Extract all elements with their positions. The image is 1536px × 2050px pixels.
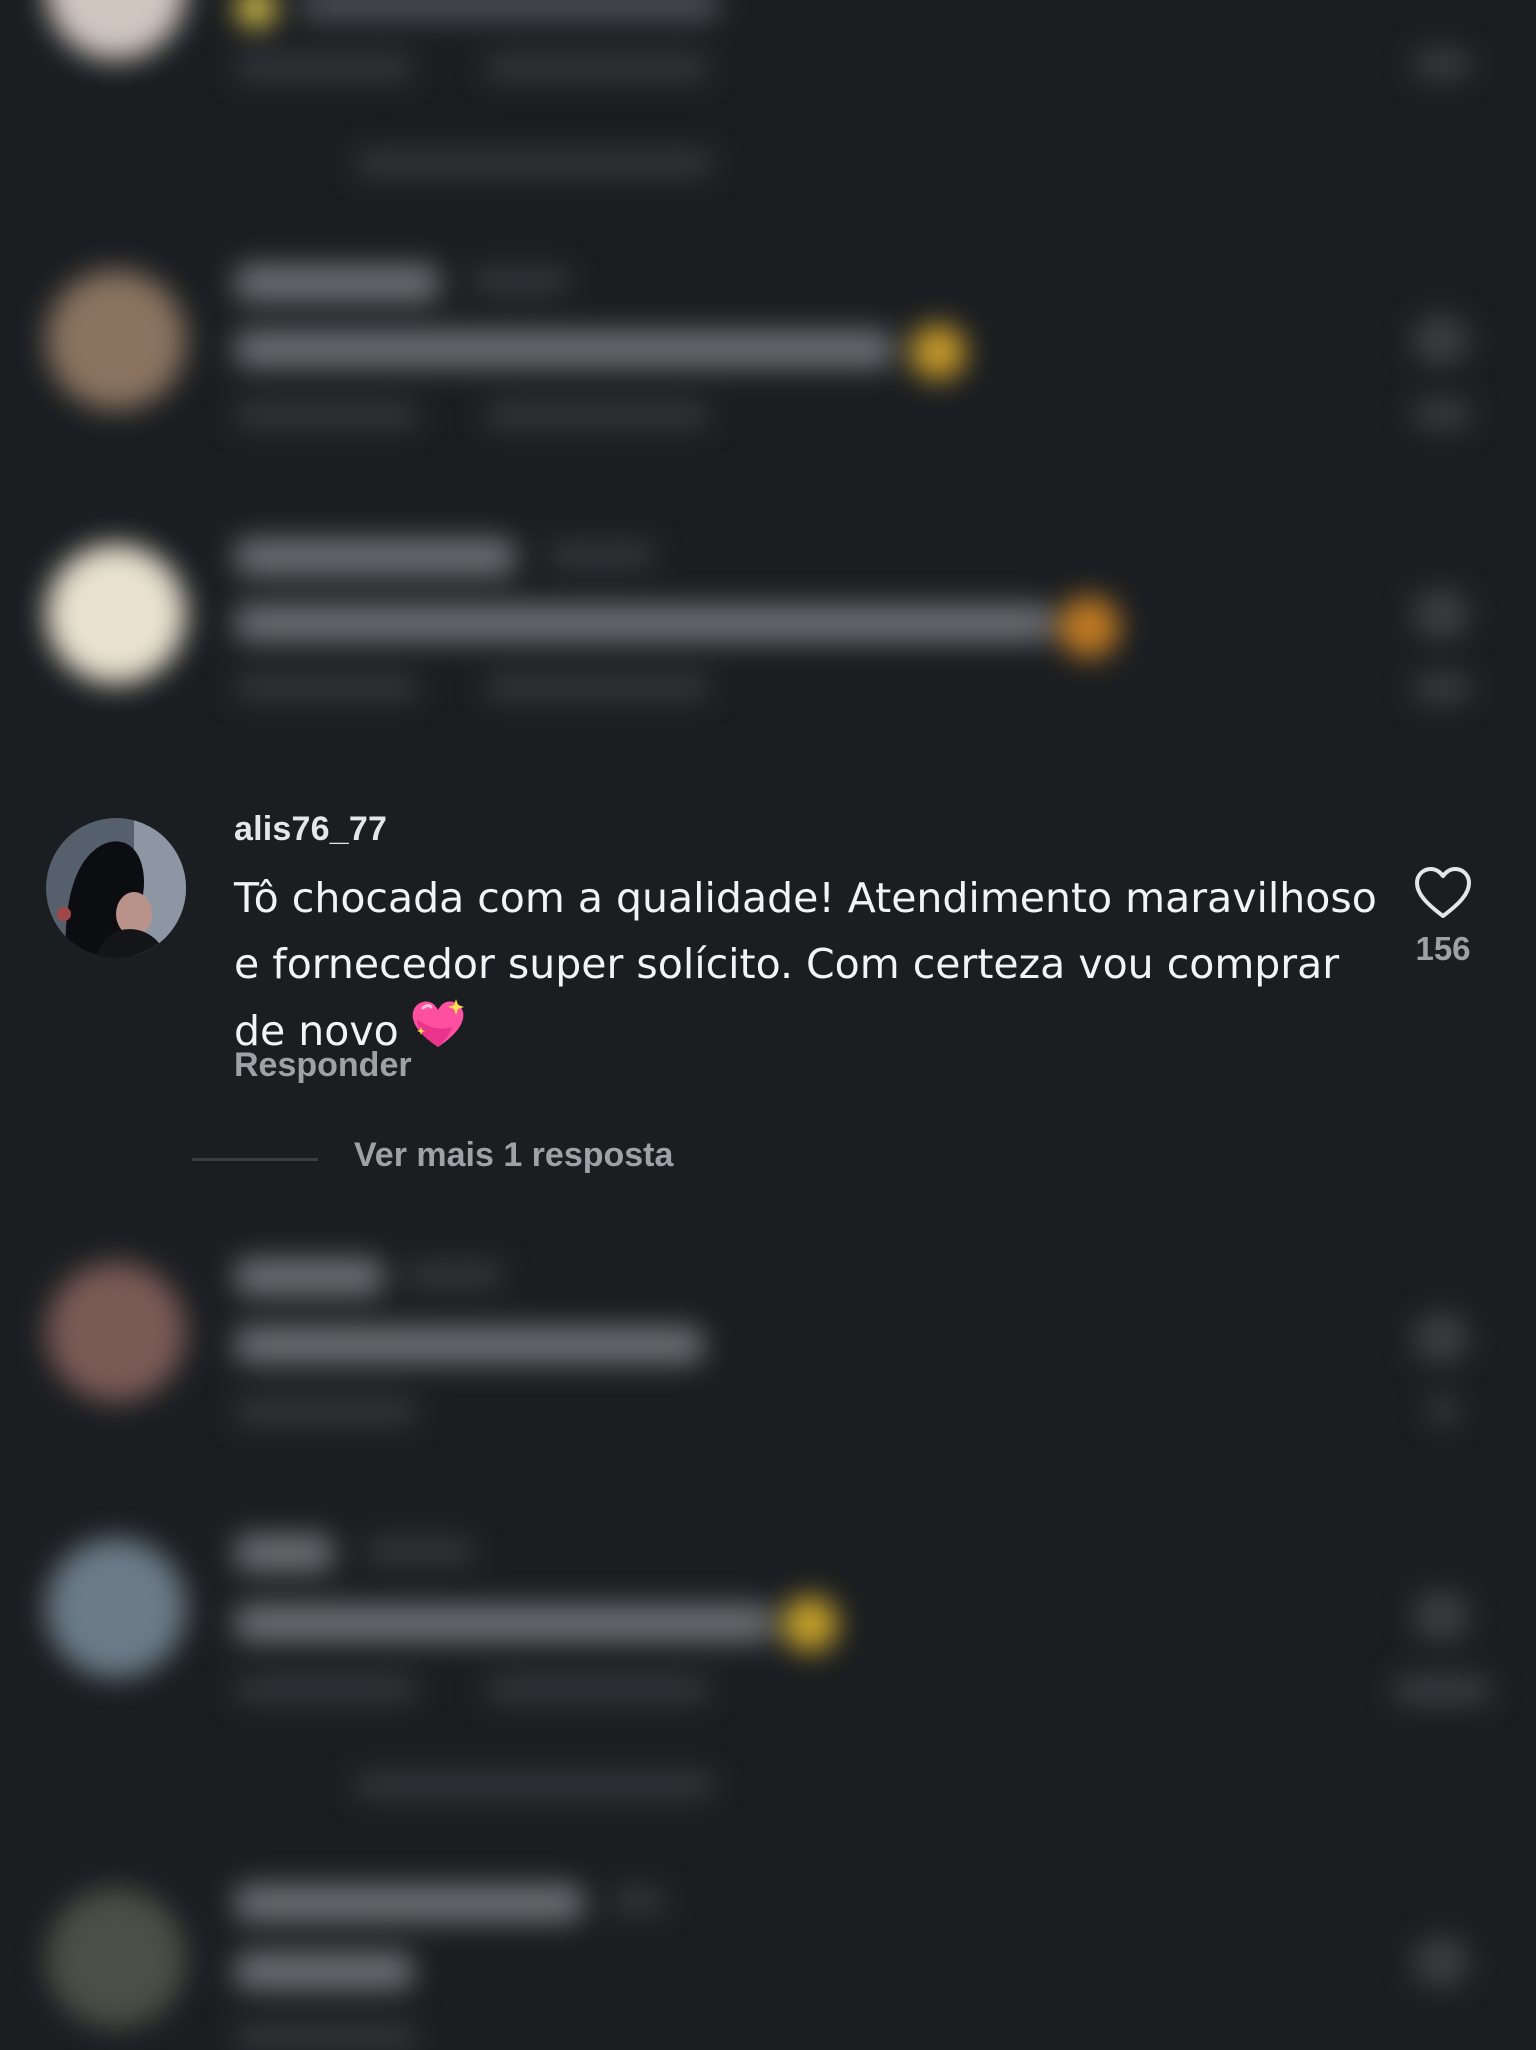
blurred-heart	[1412, 588, 1470, 640]
blurred-time	[546, 542, 656, 568]
blurred-text	[234, 1952, 414, 1990]
blurred-reply	[234, 1676, 418, 1702]
blurred-reply	[234, 54, 414, 80]
blurred-avatar	[46, 1538, 186, 1678]
blurred-translate	[484, 402, 710, 428]
blurred-emoji	[1058, 596, 1120, 658]
blurred-username	[234, 1258, 384, 1296]
blurred-text	[234, 330, 894, 368]
blurred-translate	[484, 1676, 710, 1702]
blurred-text	[234, 1326, 704, 1364]
blurred-text	[234, 1604, 774, 1642]
like-button[interactable]: 156	[1408, 866, 1478, 968]
blurred-reply	[234, 674, 418, 700]
blurred-count	[1412, 674, 1472, 702]
blurred-more-replies	[354, 150, 714, 176]
blurred-heart	[1412, 1590, 1470, 1642]
blurred-reply	[234, 1398, 418, 1424]
blurred-heart	[1412, 1936, 1470, 1988]
blurred-more-replies	[354, 1772, 714, 1798]
blurred-time	[470, 268, 570, 294]
blurred-heart	[1412, 314, 1470, 366]
blurred-emoji	[910, 324, 966, 380]
blurred-count	[1428, 1396, 1458, 1424]
view-more-replies[interactable]: Ver mais 1 resposta	[0, 1130, 1536, 1190]
blurred-count	[1392, 1676, 1492, 1704]
blurred-avatar	[46, 1888, 186, 2028]
blurred-time	[610, 1888, 666, 1914]
blurred-count	[1412, 50, 1472, 78]
avatar[interactable]	[46, 818, 186, 958]
blurred-emoji	[782, 1596, 838, 1652]
blurred-reply	[234, 402, 418, 428]
blurred-time	[364, 1538, 474, 1564]
blurred-reply	[234, 2024, 418, 2050]
blurred-text	[234, 604, 1054, 642]
blurred-username	[234, 1884, 584, 1922]
blurred-username	[234, 264, 440, 302]
blurred-emoji	[236, 0, 276, 28]
blurred-avatar	[46, 270, 186, 410]
blurred-time	[404, 1262, 504, 1288]
blurred-translate	[484, 674, 710, 700]
heart-outline-icon	[1415, 867, 1471, 918]
blurred-heart	[1412, 1312, 1470, 1364]
view-more-replies-label[interactable]: Ver mais 1 resposta	[354, 1136, 673, 1175]
sparkling-heart-icon	[409, 997, 467, 1070]
blurred-avatar	[46, 544, 186, 684]
comment-body: Tô chocada com a qualidade! Atendimento …	[234, 874, 1377, 1055]
comment-username[interactable]: alis76_77	[234, 810, 387, 849]
like-count: 156	[1415, 930, 1471, 967]
blurred-text	[300, 0, 720, 20]
blurred-count	[1412, 400, 1472, 428]
reply-button[interactable]: Responder	[234, 1046, 412, 1085]
blurred-avatar	[46, 1262, 186, 1402]
comment-item: alis76_77 Tô chocada com a qualidade! At…	[0, 810, 1536, 1084]
blurred-avatar	[46, 0, 186, 60]
comment-text: Tô chocada com a qualidade! Atendimento …	[234, 865, 1394, 1070]
blurred-username	[234, 1534, 334, 1572]
blurred-username	[234, 538, 516, 576]
blurred-translate	[484, 54, 710, 80]
divider	[192, 1158, 318, 1161]
